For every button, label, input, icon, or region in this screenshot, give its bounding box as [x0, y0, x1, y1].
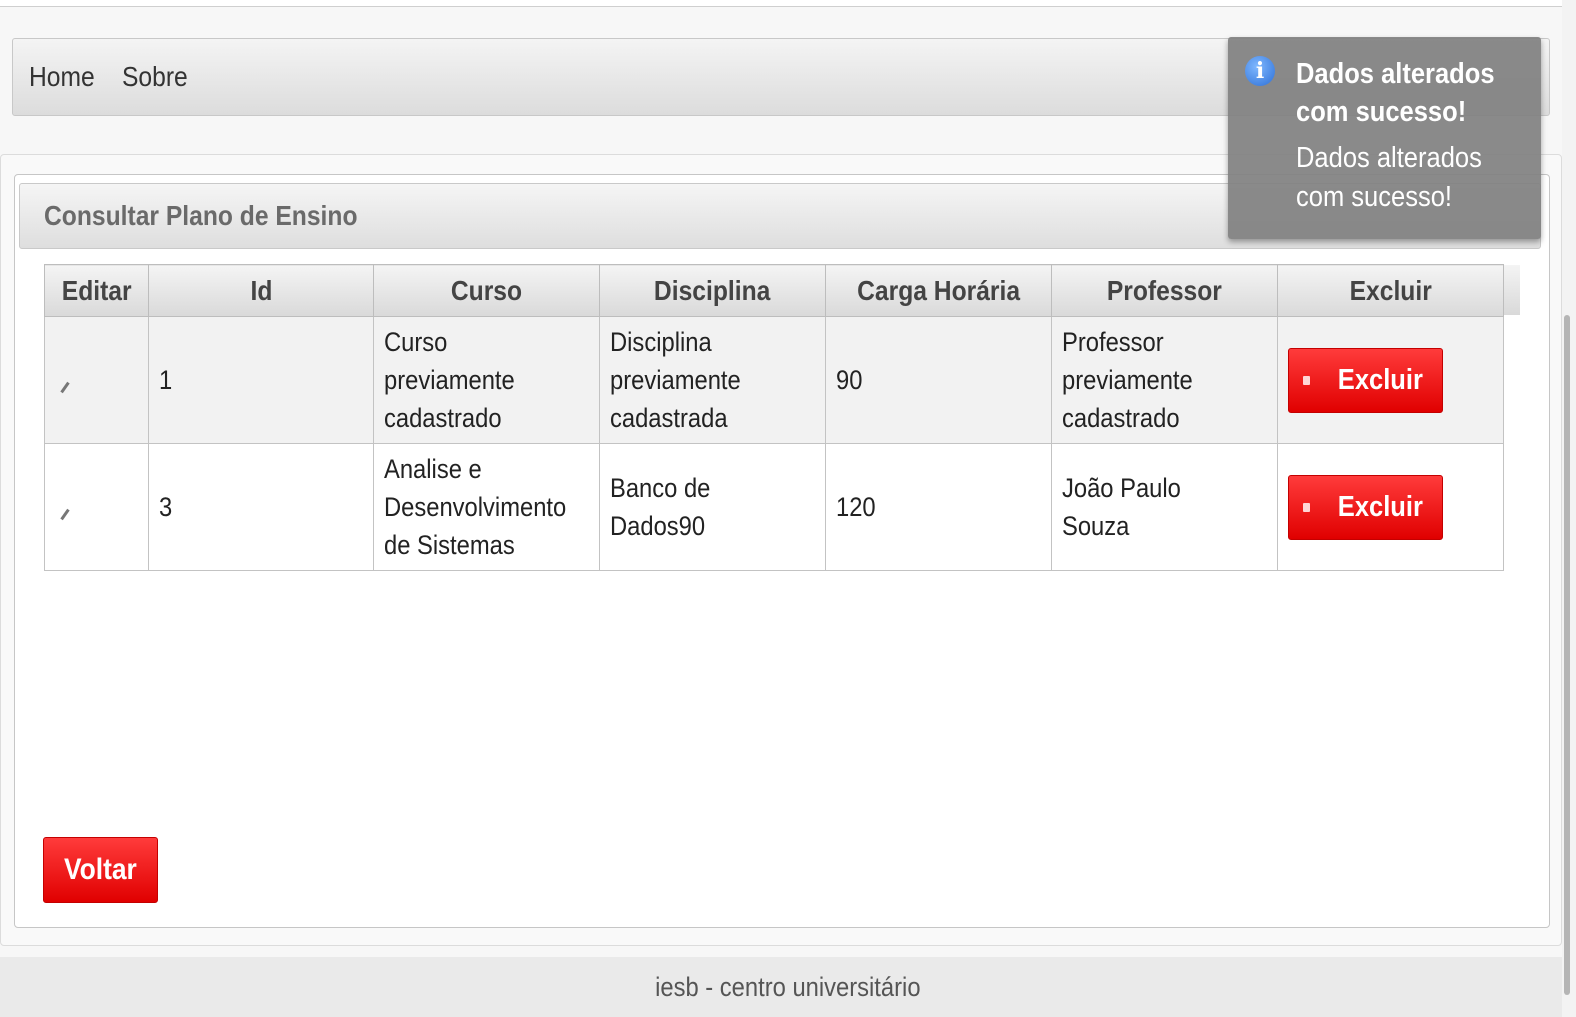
professor-cell: Professor previamente cadastrado	[1051, 316, 1278, 444]
growl-notification[interactable]: i Dados alterados com sucesso! Dados alt…	[1228, 37, 1541, 239]
column-header-carga-horaria[interactable]: Carga Horária	[825, 264, 1052, 317]
trash-icon	[1302, 375, 1310, 385]
panel-title: Consultar Plano de Ensino	[44, 200, 358, 231]
data-table: Editar Id Curso Disciplina Carga Horária…	[44, 264, 1504, 571]
curso-cell: Analise e Desenvolvimento de Sistemas	[373, 443, 600, 571]
carga-cell: 90	[825, 316, 1052, 444]
id-cell: 3	[148, 443, 374, 571]
excluir-button-label: Excluir	[1337, 491, 1423, 523]
edit-cell	[44, 316, 149, 444]
trash-icon	[1302, 502, 1310, 512]
professor-cell: João Paulo Souza	[1051, 443, 1278, 571]
excluir-button[interactable]: Excluir	[1288, 347, 1443, 413]
disciplina-cell: Banco de Dados90	[599, 443, 826, 571]
info-icon: i	[1245, 56, 1275, 86]
growl-detail: Dados alterados com sucesso!	[1296, 142, 1482, 213]
menu-item-sobre[interactable]: Sobre	[122, 61, 188, 93]
column-header-editar[interactable]: Editar	[44, 264, 149, 317]
carga-cell: 120	[825, 443, 1052, 571]
growl-summary: Dados alterados com sucesso!	[1296, 58, 1495, 128]
footer-text: iesb - centro universitário	[655, 972, 921, 1002]
table-row: 3 Analise e Desenvolvimento de Sistemas …	[44, 443, 1504, 571]
column-header-professor[interactable]: Professor	[1051, 264, 1278, 317]
id-cell: 1	[148, 316, 374, 444]
curso-cell: Curso previamente cadastrado	[373, 316, 600, 444]
edit-cell	[44, 443, 149, 571]
column-header-id[interactable]: Id	[148, 264, 374, 317]
table-header-scroll-gutter	[1503, 265, 1520, 315]
table-header-row: Editar Id Curso Disciplina Carga Horária…	[44, 264, 1504, 317]
excluir-button[interactable]: Excluir	[1288, 474, 1443, 540]
column-header-excluir[interactable]: Excluir	[1277, 264, 1504, 317]
voltar-button-label: Voltar	[64, 853, 137, 886]
column-header-disciplina[interactable]: Disciplina	[599, 264, 826, 317]
pencil-icon[interactable]	[60, 381, 70, 394]
disciplina-cell: Disciplina previamente cadastrada	[599, 316, 826, 444]
pencil-icon[interactable]	[60, 508, 70, 521]
excluir-cell: Excluir	[1277, 316, 1504, 444]
table-row: 1 Curso previamente cadastrado Disciplin…	[44, 316, 1504, 444]
voltar-button[interactable]: Voltar	[43, 837, 158, 903]
excluir-cell: Excluir	[1277, 443, 1504, 571]
menu-item-home[interactable]: Home	[29, 61, 95, 93]
excluir-button-label: Excluir	[1337, 364, 1423, 396]
column-header-curso[interactable]: Curso	[373, 264, 600, 317]
scrollbar-thumb[interactable]	[1564, 315, 1570, 995]
